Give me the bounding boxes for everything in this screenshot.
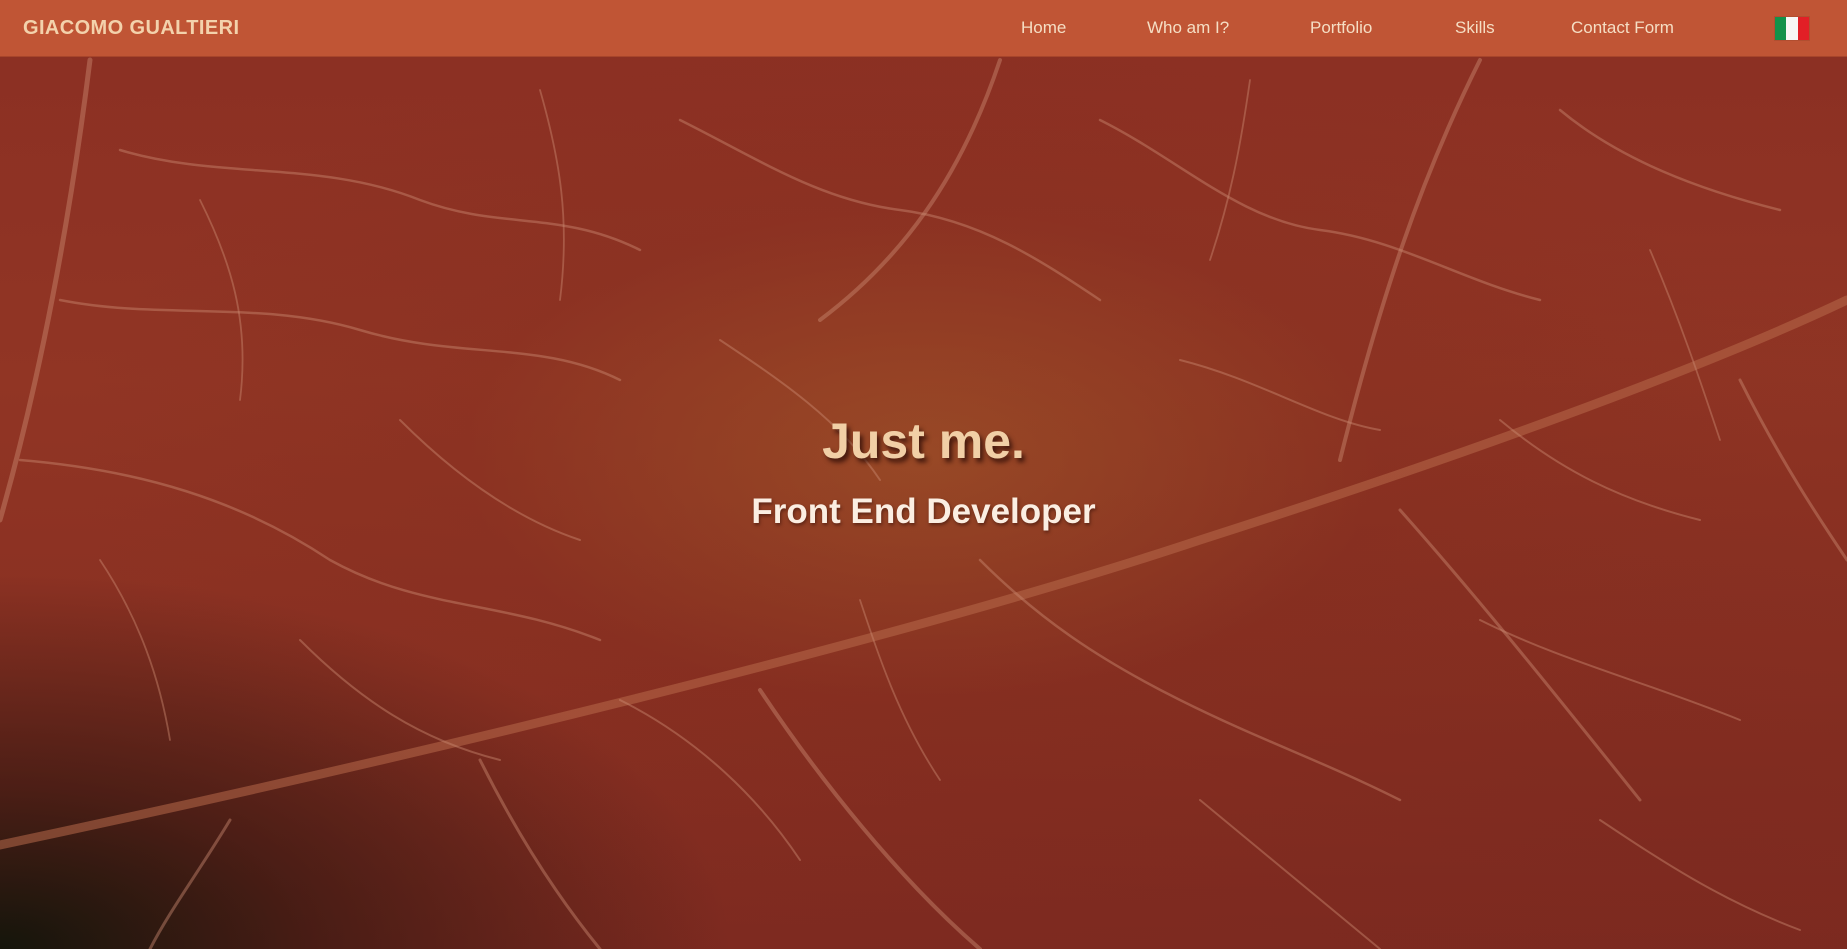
nav-link-who-am-i[interactable]: Who am I? xyxy=(1147,18,1229,38)
hero-subtitle: Front End Developer xyxy=(751,492,1096,531)
nav-link-home[interactable]: Home xyxy=(1021,18,1066,38)
nav-link-contact-form[interactable]: Contact Form xyxy=(1571,18,1674,38)
page: GIACOMO GUALTIERI Home Who am I? Portfol… xyxy=(0,0,1847,949)
flag-stripe-red xyxy=(1797,17,1809,40)
nav-link-portfolio[interactable]: Portfolio xyxy=(1310,18,1372,38)
flag-stripe-green xyxy=(1775,17,1787,40)
italy-flag-icon[interactable] xyxy=(1775,17,1809,40)
flag-stripe-white xyxy=(1786,17,1798,40)
site-brand[interactable]: GIACOMO GUALTIERI xyxy=(23,17,239,40)
top-navbar: GIACOMO GUALTIERI Home Who am I? Portfol… xyxy=(0,0,1847,57)
nav-link-skills[interactable]: Skills xyxy=(1455,18,1495,38)
leaf-veins-pattern xyxy=(0,57,1847,949)
leaf-background-image xyxy=(0,0,1847,949)
hero-title: Just me. xyxy=(822,413,1025,469)
